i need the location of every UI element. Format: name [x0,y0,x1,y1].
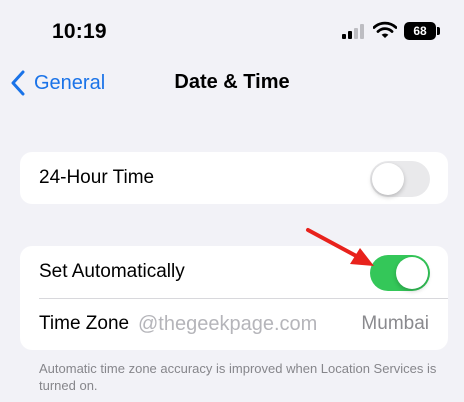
toggle-24-hour-time[interactable] [370,161,430,197]
toggle-knob [372,163,404,195]
row-set-automatically: Set Automatically [20,246,448,298]
wifi-icon [373,21,397,38]
time-zone-value: Mumbai [361,313,429,334]
battery-tip [437,27,440,35]
toggle-knob [396,257,428,289]
row-label-24-hour-time: 24-Hour Time [39,167,155,188]
watermark: @thegeekpage.com [138,313,318,335]
row-label-time-zone: Time Zone [39,313,130,334]
status-bar: 10:19 68 [0,0,464,64]
status-time: 10:19 [52,20,107,43]
page-title: Date & Time [174,71,290,93]
footnote-text: Automatic time zone accuracy is improved… [39,361,437,393]
cellular-signal-icon [342,24,364,39]
row-24-hour-time: 24-Hour Time [20,152,448,204]
settings-group-hour-format: 24-Hour Time [20,152,448,204]
row-label-set-automatically: Set Automatically [39,261,185,282]
battery-icon: 68 [404,22,436,40]
navigation-bar: General Date & Time [0,64,464,108]
battery-level: 68 [413,24,427,38]
red-arrow-annotation [306,228,374,266]
